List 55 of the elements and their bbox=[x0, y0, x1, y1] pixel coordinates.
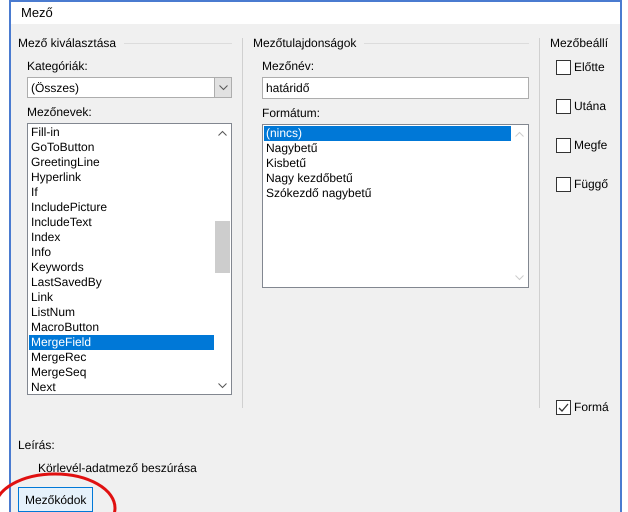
list-item[interactable]: Nagy kezdőbetű bbox=[264, 171, 511, 186]
list-item[interactable]: (nincs) bbox=[264, 126, 511, 141]
checkbox-label: Formá bbox=[574, 399, 609, 416]
checkbox[interactable] bbox=[556, 400, 571, 414]
list-item[interactable]: Info bbox=[29, 245, 214, 260]
list-item[interactable]: Index bbox=[29, 230, 214, 245]
scroll-thumb[interactable] bbox=[215, 221, 230, 273]
list-item[interactable]: ListNum bbox=[29, 305, 214, 320]
list-item[interactable]: If bbox=[29, 185, 214, 200]
checkbox-label: Utána bbox=[574, 98, 606, 115]
format-list[interactable]: (nincs) Nagybetű Kisbetű Nagy kezdőbetű Szókezdő nagybetű bbox=[262, 124, 529, 288]
list-item[interactable]: Kisbetű bbox=[264, 156, 511, 171]
list-item[interactable]: IncludePicture bbox=[29, 200, 214, 215]
checkbox[interactable] bbox=[556, 98, 571, 114]
list-item[interactable]: Link bbox=[29, 290, 214, 305]
window-title: Mező bbox=[21, 4, 53, 22]
field-label: Kategóriák: bbox=[27, 58, 89, 75]
list-item[interactable]: IncludeText bbox=[29, 215, 214, 230]
chevron-down-icon bbox=[218, 84, 228, 90]
field-label: Formátum: bbox=[262, 105, 322, 122]
description-label: Leírás: bbox=[18, 437, 56, 454]
checkbox[interactable] bbox=[556, 138, 571, 152]
list-item[interactable]: MergeSeq bbox=[29, 365, 214, 380]
list-item[interactable]: LastSavedBy bbox=[29, 275, 214, 290]
list-item[interactable]: Next bbox=[29, 380, 214, 394]
list-item[interactable]: MergeRec bbox=[29, 350, 214, 365]
list-item[interactable]: Nagybetű bbox=[264, 141, 511, 156]
list-item[interactable]: GoToButton bbox=[29, 140, 214, 155]
group-title: Mező kiválasztása bbox=[18, 35, 116, 52]
list-item[interactable]: Szókezdő nagybetű bbox=[264, 186, 511, 201]
list-item[interactable]: Keywords bbox=[29, 260, 214, 275]
checkbox-label: Függő bbox=[574, 176, 608, 193]
scroll-down-icon[interactable] bbox=[218, 383, 227, 389]
checkbox[interactable] bbox=[556, 176, 571, 192]
checkbox-label: Előtte bbox=[574, 59, 605, 76]
field-label: Mezőnevek: bbox=[27, 104, 93, 121]
category-dropdown[interactable]: (Összes) bbox=[27, 77, 232, 98]
scroll-up-icon bbox=[515, 131, 524, 137]
list-item[interactable]: GreetingLine bbox=[29, 155, 214, 170]
scroll-up-icon[interactable] bbox=[218, 130, 227, 136]
checkbox-label: Megfe bbox=[574, 137, 608, 154]
list-item[interactable]: Hyperlink bbox=[29, 170, 214, 185]
checkmark-icon bbox=[558, 402, 569, 412]
scroll-down-icon bbox=[515, 275, 524, 281]
group-title: Mezőtulajdonságok bbox=[253, 35, 356, 52]
field-names-list[interactable]: Fill-in GoToButton GreetingLine Hyperlink If IncludePicture IncludeText Index Info Keywords LastSavedBy Link ListNum MacroButton MergeField MergeRec MergeSeq Next bbox=[27, 123, 232, 395]
field-codes-button[interactable]: Mezőkódok bbox=[18, 487, 94, 512]
list-item[interactable]: Fill-in bbox=[29, 125, 214, 140]
field-label: Mezőnév: bbox=[262, 58, 316, 75]
list-item[interactable]: MergeField bbox=[29, 335, 214, 350]
list-item[interactable]: MacroButton bbox=[29, 320, 214, 335]
checkbox[interactable] bbox=[556, 60, 571, 74]
group-title: Mezőbeállí bbox=[550, 35, 608, 52]
field-name-input[interactable]: határidő bbox=[262, 77, 529, 99]
description-text: Körlevél-adatmező beszúrása bbox=[38, 460, 198, 477]
